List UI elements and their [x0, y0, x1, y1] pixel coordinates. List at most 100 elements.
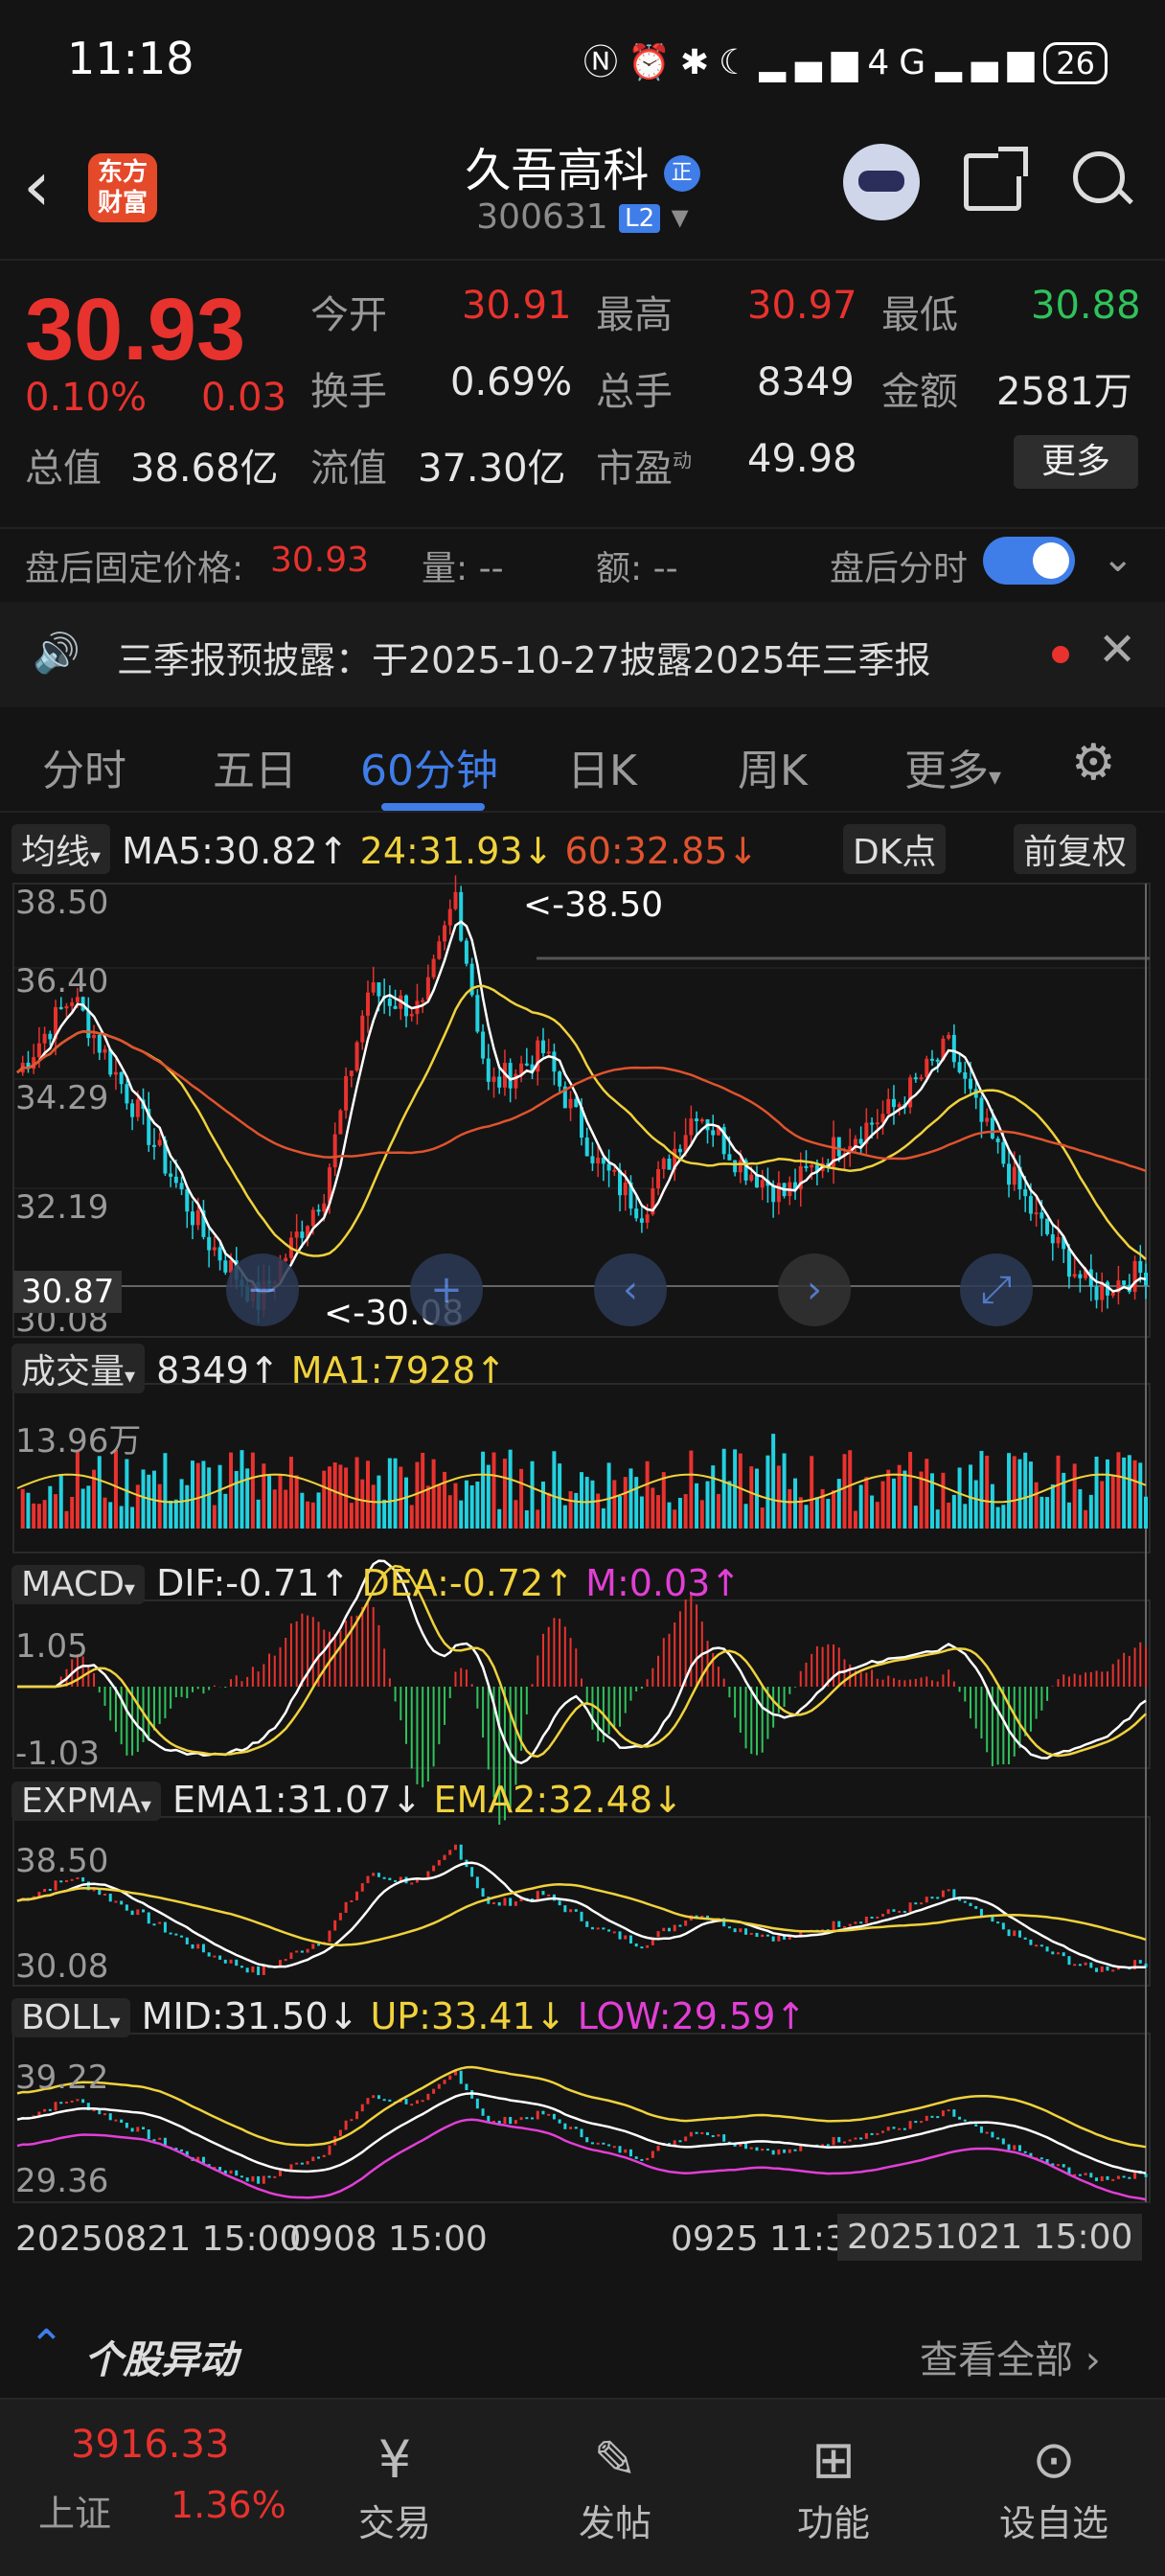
ma-selector[interactable]: 均线▾: [11, 824, 111, 874]
expma-candle: [876, 1916, 879, 1919]
boll-candle: [558, 2119, 561, 2124]
after-hours-toggle[interactable]: [983, 537, 1075, 585]
candle-body: [217, 1247, 222, 1261]
fullscreen-icon[interactable]: ⤢: [960, 1254, 1033, 1326]
chart-area[interactable]: 均线▾ MA5:30.82↑ 24:31.93↓ 60:32.85↓ DK点 前…: [0, 815, 1165, 2290]
candle-body: [310, 1209, 315, 1227]
scroll-left-icon[interactable]: ‹: [594, 1254, 667, 1326]
chevron-down-icon[interactable]: ⌄: [1102, 537, 1134, 581]
expma-selector[interactable]: EXPMA▾: [11, 1782, 161, 1821]
tab-more[interactable]: 更多▾: [904, 736, 1001, 797]
volume-bar: [125, 1459, 129, 1529]
nav-functions[interactable]: ⊞ 功能: [766, 2426, 901, 2546]
volume-ma1: MA1:7928↑: [290, 1349, 507, 1392]
macd-m: M:0.03↑: [585, 1562, 742, 1604]
volume-bar: [185, 1484, 190, 1529]
expma-candle: [656, 1931, 660, 1938]
tab-60min[interactable]: 60分钟: [360, 736, 498, 797]
more-button[interactable]: 更多: [1014, 435, 1138, 489]
boll-candle: [552, 2113, 556, 2120]
boll-selector[interactable]: BOLL▾: [11, 1998, 130, 2037]
candle-body: [1132, 1260, 1137, 1293]
expma-candle: [1106, 1966, 1109, 1971]
candle-body: [689, 1118, 694, 1136]
volume-bar: [306, 1501, 310, 1529]
x-label-mid1: 0908 15:00: [289, 2220, 488, 2259]
volume-bar: [469, 1484, 474, 1529]
adjust-button[interactable]: 前复权: [1014, 824, 1137, 874]
boll-candle: [596, 2142, 600, 2145]
boll-candle: [481, 2108, 485, 2116]
expma-candle: [1111, 1969, 1115, 1972]
expma-candle: [295, 1950, 299, 1953]
notice-banner[interactable]: 🔊 三季报预披露：于2025-10-27披露2025年三季报 ✕: [0, 602, 1165, 707]
close-icon[interactable]: ✕: [1098, 623, 1136, 677]
stock-movers-bar[interactable]: ⌃ 个股异动 查看全部 ›: [0, 2310, 1165, 2396]
mktcap-label: 总值: [25, 447, 102, 491]
candle-body: [590, 1156, 595, 1163]
candle-body: [969, 1078, 973, 1090]
chevron-up-icon[interactable]: ⌃: [29, 2321, 64, 2370]
volume-bar: [743, 1504, 748, 1529]
volume-bar: [530, 1460, 535, 1529]
tab-daily-k[interactable]: 日K: [567, 736, 637, 797]
expma-candle: [640, 1946, 644, 1949]
boll-mid: MID:31.50↓: [141, 1995, 359, 2037]
index-name[interactable]: 上证: [38, 2484, 111, 2537]
macd-selector[interactable]: MACD▾: [11, 1565, 145, 1604]
volume-bar: [310, 1502, 315, 1529]
volume-bar: [113, 1449, 118, 1529]
boll-y-bottom: 29.36: [15, 2162, 109, 2200]
dk-point-button[interactable]: DK点: [843, 824, 947, 874]
candle-body: [322, 1203, 327, 1212]
expma-candle: [1089, 1962, 1093, 1968]
boll-candle: [788, 2149, 791, 2153]
boll-candle: [886, 2127, 890, 2131]
boll-candle: [404, 2098, 408, 2104]
volume-bar: [179, 1479, 184, 1529]
boll-indicator-row: BOLL▾ MID:31.50↓ UP:33.41↓ LOW:29.59↑: [11, 1995, 806, 2037]
volume-bar: [1072, 1463, 1077, 1529]
volume-bar: [941, 1472, 946, 1529]
volume-bar: [332, 1462, 337, 1529]
candle-body: [596, 1158, 601, 1163]
candle-body: [1045, 1218, 1050, 1234]
gear-icon[interactable]: ⚙: [1071, 738, 1116, 788]
volume-bar: [453, 1483, 458, 1529]
nav-trade[interactable]: ¥ 交易: [328, 2426, 462, 2546]
nav-add-watchlist[interactable]: ⊙ 设自选: [987, 2426, 1121, 2546]
volume-bar: [580, 1472, 583, 1529]
y-label-3: 32.19: [15, 1188, 109, 1227]
share-icon[interactable]: [964, 147, 1028, 211]
expma-candle: [163, 1921, 167, 1933]
nav-post[interactable]: ✎ 发帖: [548, 2426, 682, 2546]
boll-candle: [180, 2149, 184, 2151]
expma-candle: [952, 1889, 956, 1898]
zoom-in-icon[interactable]: +: [410, 1254, 483, 1326]
volume-selector[interactable]: 成交量▾: [11, 1344, 146, 1393]
tab-intraday[interactable]: 分时: [42, 736, 126, 797]
boll-candle: [1062, 2164, 1065, 2168]
assistant-avatar-icon[interactable]: [843, 144, 920, 220]
after-hours-toggle-label: 盘后分时: [830, 549, 969, 588]
expma-candle: [114, 1900, 118, 1903]
view-all-link[interactable]: 查看全部 ›: [920, 2329, 1101, 2384]
ma-indicator-row: 均线▾ MA5:30.82↑ 24:31.93↓ 60:32.85↓: [11, 824, 758, 874]
candle-body: [1094, 1286, 1099, 1300]
tab-five-day[interactable]: 五日: [213, 736, 297, 797]
amount-label: 金额: [881, 370, 958, 414]
boll-candle: [624, 2149, 628, 2153]
volume-bar: [656, 1495, 661, 1529]
expma-candle: [120, 1900, 124, 1905]
scroll-right-icon[interactable]: ›: [778, 1254, 851, 1326]
boll-candle: [142, 2127, 146, 2129]
expma-candle: [739, 1928, 742, 1933]
index-change[interactable]: 1.36%: [171, 2484, 286, 2526]
expma-candle: [618, 1931, 622, 1940]
tab-weekly-k[interactable]: 周K: [738, 736, 808, 797]
boll-candle: [602, 2142, 605, 2145]
search-icon[interactable]: [1073, 151, 1131, 209]
volume-bar: [990, 1484, 994, 1529]
index-value[interactable]: 3916.33: [71, 2423, 229, 2467]
zoom-out-icon[interactable]: −: [226, 1254, 299, 1326]
